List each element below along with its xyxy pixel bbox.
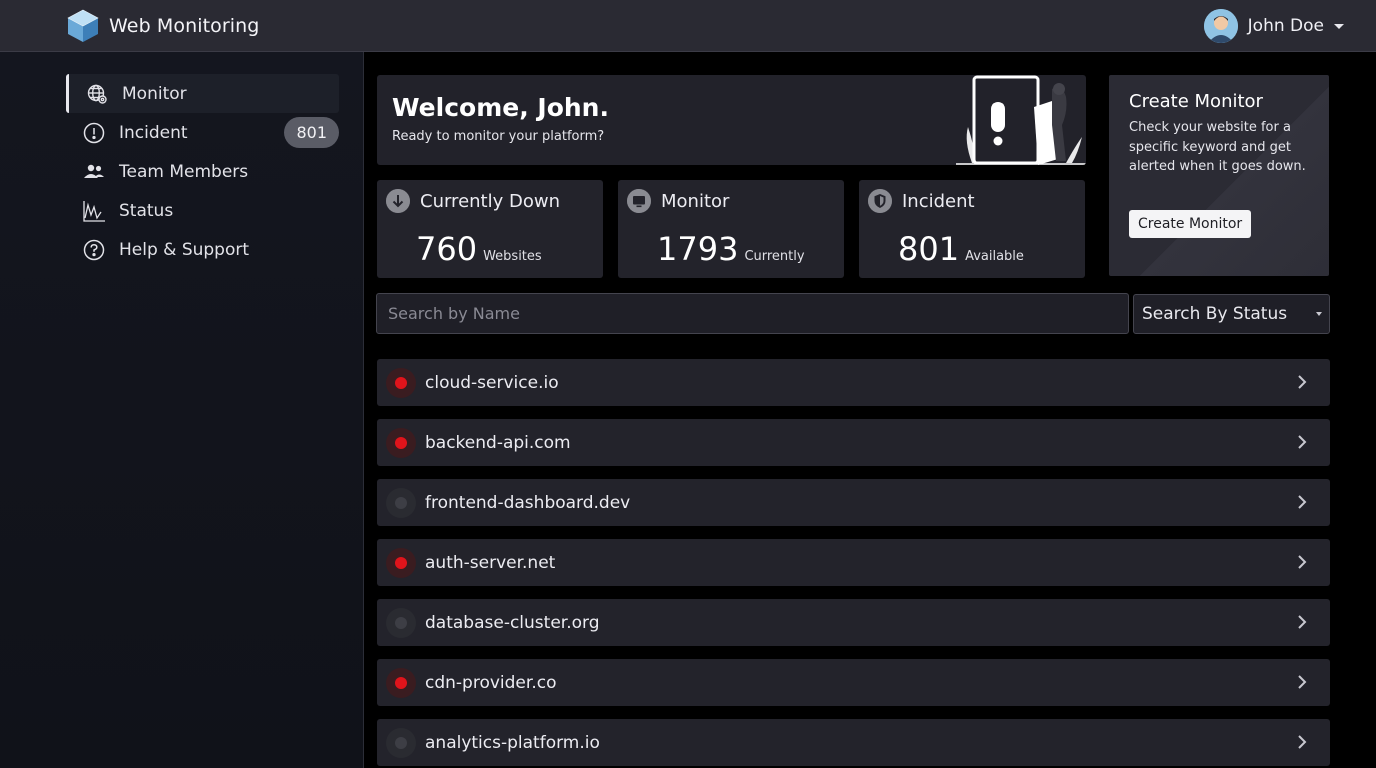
status-indicator bbox=[386, 607, 416, 638]
create-monitor-description: Check your website for a specific keywor… bbox=[1129, 120, 1306, 174]
sidebar-item-team-members[interactable]: Team Members bbox=[66, 152, 339, 191]
monitor-name: frontend-dashboard.dev bbox=[425, 492, 631, 513]
avatar bbox=[1203, 9, 1238, 43]
stat-unit: Available bbox=[965, 249, 1024, 264]
top-bar: Web Monitoring John Doe bbox=[0, 0, 1376, 52]
monitor-row[interactable]: cloud-service.io bbox=[377, 359, 1330, 406]
chevron-right-icon bbox=[1298, 615, 1307, 629]
status-down-dot bbox=[395, 376, 407, 389]
stat-card-currently-down: Currently Down 760 Websites bbox=[377, 180, 603, 278]
stat-unit: Currently bbox=[744, 249, 805, 264]
status-down-dot bbox=[395, 556, 407, 569]
stat-card-monitor: Monitor 1793 Currently bbox=[618, 180, 844, 278]
status-down-dot bbox=[395, 436, 407, 449]
status-inactive-dot bbox=[395, 736, 407, 749]
cube-logo-icon bbox=[67, 9, 99, 42]
sidebar-item-label: Status bbox=[119, 200, 174, 221]
chevron-right-icon bbox=[1298, 675, 1307, 689]
status-chart-icon bbox=[82, 199, 106, 223]
monitor-row[interactable]: frontend-dashboard.dev bbox=[377, 479, 1330, 526]
sidebar-item-status[interactable]: Status bbox=[66, 191, 339, 230]
brand[interactable]: Web Monitoring bbox=[66, 8, 259, 44]
status-down-dot bbox=[395, 676, 407, 689]
status-indicator bbox=[386, 367, 416, 398]
globe-icon bbox=[85, 82, 109, 106]
status-indicator bbox=[386, 487, 416, 518]
stat-value: 801 bbox=[898, 230, 960, 268]
user-name: John Doe bbox=[1247, 16, 1324, 36]
sidebar: Monitor Incident 801 Team Members Status… bbox=[0, 52, 364, 768]
monitor-name: analytics-platform.io bbox=[425, 732, 600, 753]
chevron-right-icon bbox=[1298, 555, 1307, 569]
status-filter-label: Search By Status bbox=[1142, 304, 1288, 324]
sidebar-item-incident[interactable]: Incident 801 bbox=[66, 113, 339, 152]
monitor-name: database-cluster.org bbox=[425, 612, 600, 633]
monitor-name: cdn-provider.co bbox=[425, 672, 557, 693]
shield-icon bbox=[868, 189, 892, 213]
sidebar-item-monitor[interactable]: Monitor bbox=[66, 74, 339, 113]
monitor-row[interactable]: database-cluster.org bbox=[377, 599, 1330, 646]
down-arrow-icon bbox=[386, 189, 410, 213]
status-inactive-dot bbox=[395, 496, 407, 509]
stat-label: Currently Down bbox=[420, 190, 560, 212]
stat-value: 760 bbox=[416, 230, 478, 268]
monitor-icon bbox=[627, 189, 651, 213]
create-monitor-card: Create Monitor Check your website for a … bbox=[1109, 75, 1329, 276]
stat-card-incident: Incident 801 Available bbox=[859, 180, 1085, 278]
chevron-right-icon bbox=[1298, 735, 1307, 749]
monitor-row[interactable]: backend-api.com bbox=[377, 419, 1330, 466]
help-circle-icon bbox=[82, 238, 106, 262]
incident-count-badge: 801 bbox=[284, 117, 339, 148]
stat-unit: Websites bbox=[483, 249, 542, 264]
status-indicator bbox=[386, 547, 416, 578]
status-indicator bbox=[386, 667, 416, 698]
chevron-right-icon bbox=[1298, 375, 1307, 389]
chevron-right-icon bbox=[1298, 435, 1307, 449]
chevron-down-icon bbox=[1334, 23, 1344, 29]
monitor-name: backend-api.com bbox=[425, 432, 571, 453]
stat-label: Incident bbox=[902, 190, 975, 212]
create-monitor-title: Create Monitor bbox=[1129, 91, 1263, 112]
stat-label: Monitor bbox=[661, 190, 730, 212]
create-monitor-button[interactable]: Create Monitor bbox=[1129, 210, 1252, 238]
search-input[interactable] bbox=[376, 293, 1129, 334]
welcome-title: Welcome, John. bbox=[392, 93, 609, 122]
monitor-row[interactable]: analytics-platform.io bbox=[377, 719, 1330, 766]
sidebar-item-label: Help & Support bbox=[119, 239, 250, 260]
monitor-row[interactable]: auth-server.net bbox=[377, 539, 1330, 586]
chevron-down-icon bbox=[1316, 312, 1322, 316]
status-indicator bbox=[386, 427, 416, 458]
app-title: Web Monitoring bbox=[109, 15, 260, 37]
sidebar-item-label: Monitor bbox=[122, 83, 187, 104]
monitoring-illustration-icon bbox=[956, 75, 1086, 165]
stat-value: 1793 bbox=[657, 230, 739, 268]
monitor-name: auth-server.net bbox=[425, 552, 556, 573]
welcome-banner: Welcome, John. Ready to monitor your pla… bbox=[377, 75, 1086, 165]
status-filter-select[interactable]: Search By Status bbox=[1133, 294, 1330, 334]
status-inactive-dot bbox=[395, 616, 407, 629]
status-indicator bbox=[386, 727, 416, 758]
alert-circle-icon bbox=[82, 121, 106, 145]
monitor-row[interactable]: cdn-provider.co bbox=[377, 659, 1330, 706]
chevron-right-icon bbox=[1298, 495, 1307, 509]
sidebar-item-label: Incident bbox=[119, 122, 188, 143]
sidebar-item-help-support[interactable]: Help & Support bbox=[66, 230, 339, 269]
monitor-name: cloud-service.io bbox=[425, 372, 559, 393]
user-menu[interactable]: John Doe bbox=[1203, 9, 1344, 43]
sidebar-item-label: Team Members bbox=[119, 161, 249, 182]
welcome-subtitle: Ready to monitor your platform? bbox=[392, 129, 605, 144]
people-icon bbox=[82, 160, 106, 184]
